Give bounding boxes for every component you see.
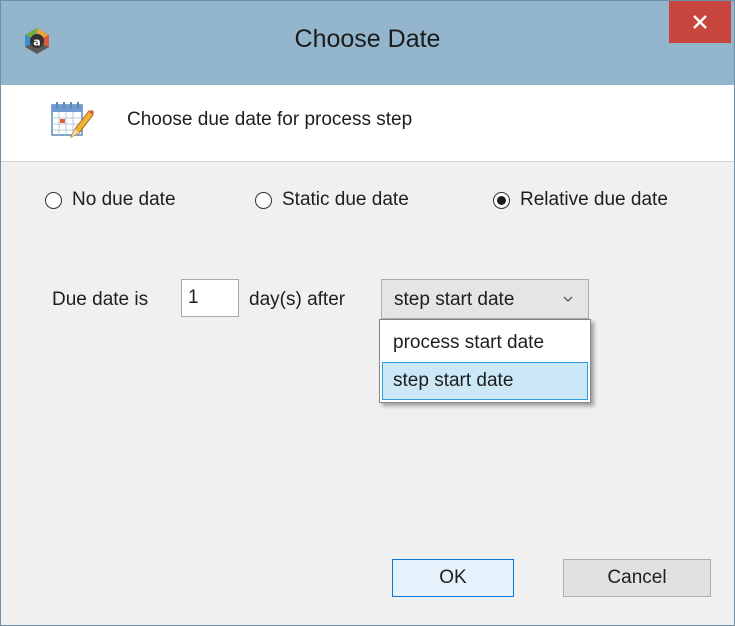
- radio-label: Relative due date: [520, 189, 668, 210]
- days-input[interactable]: [181, 279, 239, 317]
- radio-button-unchecked[interactable]: [255, 191, 272, 209]
- relative-due-row: Due date is day(s) after step start date: [1, 279, 734, 321]
- close-icon: [693, 15, 707, 29]
- radio-button-unchecked[interactable]: [45, 191, 62, 209]
- radio-no-due-date[interactable]: No due date: [45, 189, 176, 211]
- calendar-edit-icon: [51, 102, 94, 139]
- choose-date-dialog: a Choose Date Choose due date for proces…: [0, 0, 735, 626]
- due-type-radio-group: No due date Static due date Relative due…: [1, 189, 734, 217]
- reference-date-dropdown: process start date step start date: [379, 319, 591, 403]
- header-text: Choose due date for process step: [127, 109, 413, 130]
- title-bar[interactable]: a Choose Date: [1, 1, 734, 85]
- cancel-button[interactable]: Cancel: [563, 559, 711, 597]
- radio-relative-due-date[interactable]: Relative due date: [493, 189, 668, 211]
- dropdown-option-process-start-date[interactable]: process start date: [382, 324, 588, 362]
- radio-label: Static due date: [282, 189, 409, 210]
- radio-label: No due date: [72, 189, 176, 210]
- dropdown-option-step-start-date[interactable]: step start date: [382, 362, 588, 400]
- due-date-is-label: Due date is: [52, 289, 149, 310]
- days-after-label: day(s) after: [249, 289, 346, 310]
- window-title: Choose Date: [294, 25, 441, 53]
- radio-static-due-date[interactable]: Static due date: [255, 189, 409, 211]
- radio-button-checked[interactable]: [493, 191, 510, 209]
- close-button[interactable]: [669, 1, 731, 43]
- chevron-down-icon: [563, 296, 573, 302]
- header-panel: Choose due date for process step: [1, 85, 734, 162]
- reference-date-select[interactable]: step start date: [381, 279, 589, 319]
- reference-date-value: step start date: [394, 289, 515, 310]
- ok-button[interactable]: OK: [392, 559, 514, 597]
